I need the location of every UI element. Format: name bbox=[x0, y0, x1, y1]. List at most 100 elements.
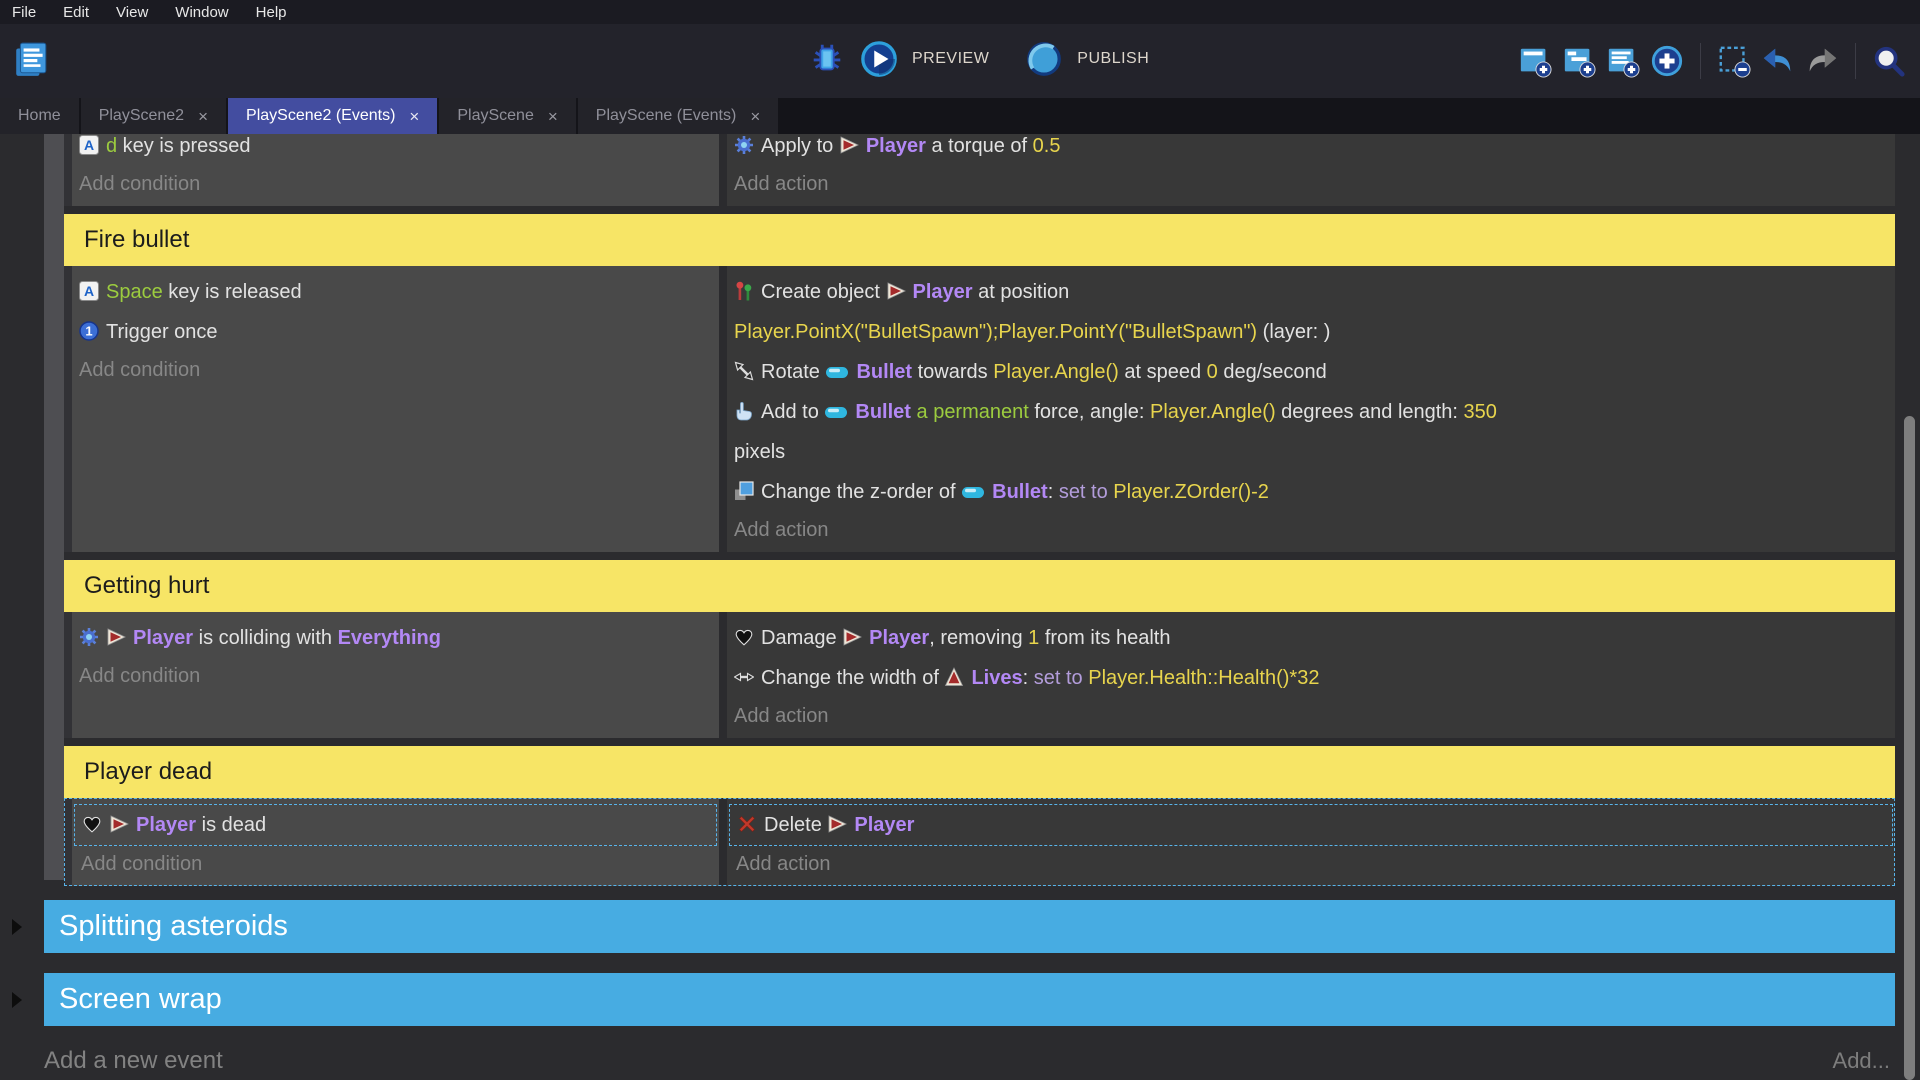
vertical-scrollbar[interactable] bbox=[1904, 416, 1915, 1080]
add-more-button[interactable] bbox=[1650, 44, 1684, 78]
add-action-link[interactable]: Add action bbox=[727, 512, 1895, 548]
project-manager-icon[interactable] bbox=[12, 40, 50, 78]
group-header-player-dead[interactable]: Player dead bbox=[64, 746, 1895, 798]
event-row[interactable]: Ad key is pressedAdd conditionApply to P… bbox=[64, 134, 1895, 206]
condition-action-divider bbox=[719, 612, 727, 738]
text-segment: Player bbox=[913, 281, 973, 303]
group-label: Fire bullet bbox=[84, 226, 189, 254]
text-segment: Lives bbox=[971, 667, 1022, 689]
text-segment: towards bbox=[912, 361, 993, 383]
condition-item[interactable]: ASpace key is released bbox=[72, 272, 719, 312]
group-header-splitting-asteroids[interactable]: Splitting asteroids bbox=[44, 900, 1895, 953]
toolbar-separator bbox=[1700, 43, 1701, 79]
add-condition-link[interactable]: Add condition bbox=[72, 658, 719, 694]
remove-selection-button[interactable] bbox=[1717, 44, 1751, 78]
menu-file[interactable]: File bbox=[12, 4, 36, 21]
tab-close-icon[interactable]: × bbox=[198, 108, 208, 125]
add-condition-link[interactable]: Add condition bbox=[72, 166, 719, 202]
bullet-icon bbox=[825, 365, 849, 380]
physics-icon bbox=[734, 135, 754, 155]
preview-button[interactable]: PREVIEW bbox=[912, 50, 989, 68]
tab-home[interactable]: Home bbox=[0, 98, 79, 134]
add-condition-link[interactable]: Add condition bbox=[72, 352, 719, 388]
physics-icon bbox=[79, 627, 99, 647]
actions-cell[interactable]: Delete PlayerAdd action bbox=[727, 798, 1895, 886]
debug-icon[interactable] bbox=[808, 40, 846, 78]
tab-playscene[interactable]: PlayScene× bbox=[439, 98, 575, 134]
menu-edit[interactable]: Edit bbox=[63, 4, 89, 21]
add-action-link[interactable]: Add action bbox=[729, 846, 1893, 882]
conditions-cell[interactable]: Player is deadAdd condition bbox=[72, 798, 719, 886]
undo-button[interactable] bbox=[1761, 44, 1795, 78]
text-segment: a permanent bbox=[911, 401, 1034, 423]
search-button[interactable] bbox=[1872, 44, 1906, 78]
conditions-cell[interactable]: Ad key is pressedAdd condition bbox=[72, 134, 719, 206]
add-event-button[interactable] bbox=[1518, 44, 1552, 78]
menu-window[interactable]: Window bbox=[175, 4, 228, 21]
group-header-getting-hurt[interactable]: Getting hurt bbox=[64, 560, 1895, 612]
menu-view[interactable]: View bbox=[116, 4, 148, 21]
add-action-link[interactable]: Add action bbox=[727, 698, 1895, 734]
add-more-link[interactable]: Add... bbox=[1833, 1048, 1890, 1074]
text-segment: Apply to bbox=[761, 135, 839, 157]
text-segment: force, angle: bbox=[1034, 401, 1150, 423]
group-header-fire-bullet[interactable]: Fire bullet bbox=[64, 214, 1895, 266]
event-row[interactable]: Player is colliding with EverythingAdd c… bbox=[64, 612, 1895, 738]
action-item[interactable]: Rotate Bullet towards Player.Angle() at … bbox=[727, 352, 1895, 392]
text-segment: Player bbox=[869, 627, 929, 649]
action-item[interactable]: Create object Player at position Player.… bbox=[727, 272, 1895, 352]
text-segment: Everything bbox=[338, 627, 441, 649]
add-subevent-button[interactable] bbox=[1562, 44, 1596, 78]
svg-text:1: 1 bbox=[85, 324, 92, 339]
actions-cell[interactable]: Create object Player at position Player.… bbox=[727, 266, 1895, 552]
conditions-cell[interactable]: Player is colliding with EverythingAdd c… bbox=[72, 612, 719, 738]
publish-sphere-icon[interactable] bbox=[1025, 40, 1063, 78]
preview-play-icon[interactable] bbox=[860, 40, 898, 78]
collapse-arrow-icon[interactable] bbox=[12, 992, 22, 1008]
event-row[interactable]: ASpace key is released1Trigger onceAdd c… bbox=[64, 266, 1895, 552]
actions-cell[interactable]: Damage Player, removing 1 from its healt… bbox=[727, 612, 1895, 738]
condition-item[interactable]: Ad key is pressed bbox=[72, 134, 719, 166]
group-header-screen-wrap[interactable]: Screen wrap bbox=[44, 973, 1895, 1026]
add-action-link[interactable]: Add action bbox=[727, 166, 1895, 202]
bullet-icon bbox=[824, 405, 848, 420]
action-item[interactable]: Damage Player, removing 1 from its healt… bbox=[727, 618, 1895, 658]
menu-help[interactable]: Help bbox=[256, 4, 287, 21]
add-condition-link[interactable]: Add condition bbox=[74, 846, 717, 882]
text-segment: set to bbox=[1034, 667, 1083, 689]
condition-item[interactable]: Player is dead bbox=[74, 804, 717, 846]
action-item[interactable]: Change the z-order of Bullet: set to Pla… bbox=[727, 472, 1895, 512]
actions-cell[interactable]: Apply to Player a torque of 0.5Add actio… bbox=[727, 134, 1895, 206]
redo-button[interactable] bbox=[1805, 44, 1839, 78]
add-new-event-link[interactable]: Add a new event bbox=[44, 1047, 223, 1075]
text-segment: (layer: ) bbox=[1257, 321, 1330, 343]
health-icon bbox=[82, 814, 102, 834]
condition-item[interactable]: Player is colliding with Everything bbox=[72, 618, 719, 658]
tab-close-icon[interactable]: × bbox=[548, 108, 558, 125]
text-segment: deg/second bbox=[1218, 361, 1327, 383]
text-segment: set to bbox=[1059, 481, 1108, 503]
tab-close-icon[interactable]: × bbox=[750, 108, 760, 125]
conditions-cell[interactable]: ASpace key is released1Trigger onceAdd c… bbox=[72, 266, 719, 552]
width-icon bbox=[734, 667, 754, 687]
svg-text:A: A bbox=[84, 137, 94, 153]
action-item[interactable]: Add to Bullet a permanent force, angle: … bbox=[727, 392, 1895, 472]
tab-close-icon[interactable]: × bbox=[409, 108, 419, 125]
event-row[interactable]: Player is deadAdd conditionDelete Player… bbox=[64, 798, 1895, 886]
text-segment: a torque of bbox=[926, 135, 1033, 157]
action-item[interactable]: Apply to Player a torque of 0.5 bbox=[727, 134, 1895, 166]
tab-playscene-events[interactable]: PlayScene (Events)× bbox=[578, 98, 778, 134]
tab-playscene2-events[interactable]: PlayScene2 (Events)× bbox=[228, 98, 437, 134]
collapse-arrow-icon[interactable] bbox=[12, 919, 22, 935]
publish-button[interactable]: PUBLISH bbox=[1077, 50, 1149, 68]
action-item[interactable]: Change the width of Lives: set to Player… bbox=[727, 658, 1895, 698]
condition-item[interactable]: 1Trigger once bbox=[72, 312, 719, 352]
bullet-icon bbox=[961, 485, 985, 500]
condition-action-divider bbox=[719, 266, 727, 552]
text-segment: Player.Angle() bbox=[993, 361, 1119, 383]
event-row-gutter bbox=[64, 612, 72, 738]
action-item[interactable]: Delete Player bbox=[729, 804, 1893, 846]
tab-playscene2[interactable]: PlayScene2× bbox=[81, 98, 226, 134]
add-comment-button[interactable] bbox=[1606, 44, 1640, 78]
text-segment: Space bbox=[106, 281, 163, 303]
